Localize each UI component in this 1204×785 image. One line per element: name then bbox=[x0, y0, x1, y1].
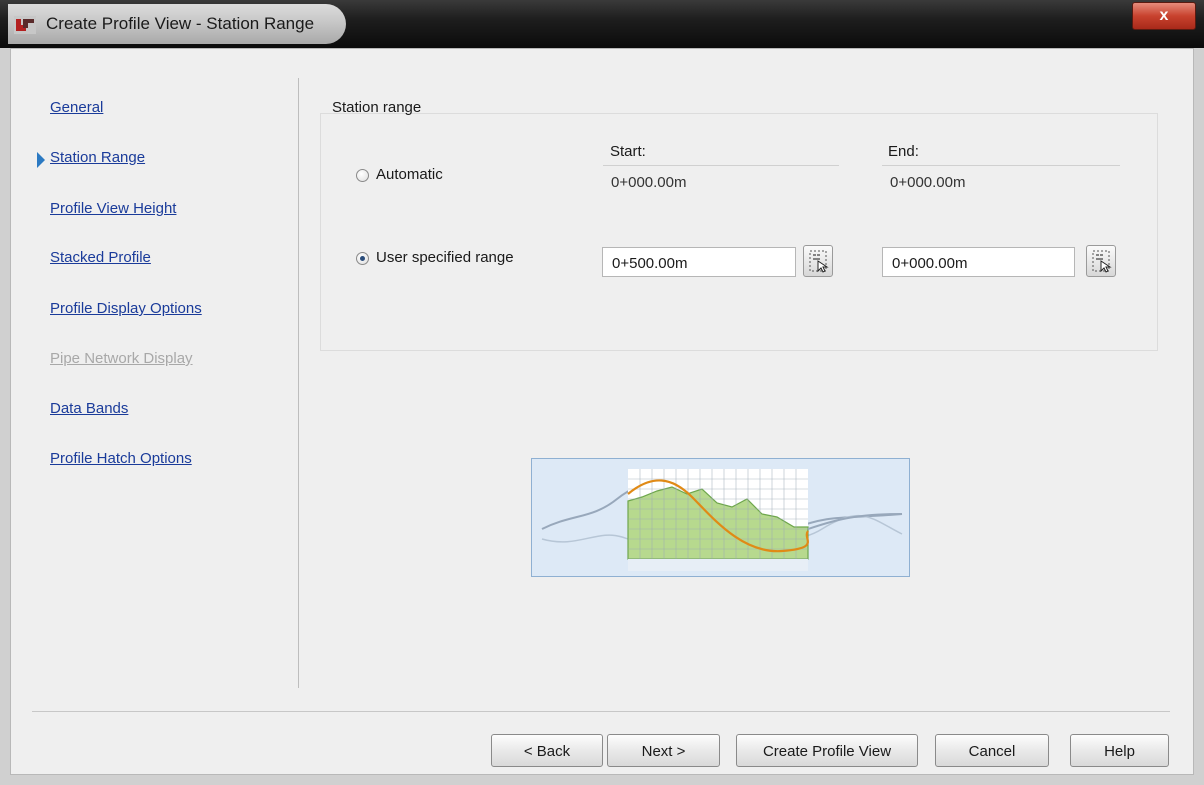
nav-link-profile-view-height[interactable]: Profile View Height bbox=[50, 200, 176, 217]
pick-start-station-button[interactable] bbox=[803, 245, 833, 277]
cancel-button[interactable]: Cancel bbox=[935, 734, 1049, 767]
station-range-preview-image bbox=[531, 458, 910, 577]
nav-link-profile-hatch-options[interactable]: Profile Hatch Options bbox=[50, 450, 192, 467]
nav-link-station-range[interactable]: Station Range bbox=[50, 149, 145, 166]
end-station-input[interactable]: 0+000.00m bbox=[882, 247, 1075, 277]
nav-link-pipe-network-display: Pipe Network Display bbox=[50, 350, 193, 367]
nav-link-profile-display-options[interactable]: Profile Display Options bbox=[50, 300, 202, 317]
nav-divider bbox=[298, 78, 299, 688]
window-frame-right bbox=[1194, 48, 1204, 785]
nav-link-stacked-profile[interactable]: Stacked Profile bbox=[50, 249, 151, 266]
dialog-window: Create Profile View - Station Range x Ge… bbox=[0, 0, 1204, 785]
automatic-label[interactable]: Automatic bbox=[376, 166, 443, 183]
window-title: Create Profile View - Station Range bbox=[46, 14, 315, 33]
nav-link-general[interactable]: General bbox=[50, 99, 103, 116]
app-icon bbox=[14, 16, 36, 34]
back-button[interactable]: < Back bbox=[491, 734, 603, 767]
start-header-rule bbox=[603, 165, 839, 166]
automatic-end-value: 0+000.00m bbox=[890, 174, 966, 191]
next-button[interactable]: Next > bbox=[607, 734, 720, 767]
automatic-radio[interactable] bbox=[356, 169, 369, 182]
pick-end-station-button[interactable] bbox=[1086, 245, 1116, 277]
close-button[interactable]: x bbox=[1132, 2, 1196, 30]
pick-station-icon bbox=[1092, 250, 1112, 273]
end-header-rule bbox=[882, 165, 1120, 166]
start-header: Start: bbox=[610, 143, 646, 160]
pick-station-icon bbox=[809, 250, 829, 273]
close-icon: x bbox=[1159, 7, 1169, 24]
window-frame-left bbox=[0, 48, 10, 785]
start-station-input[interactable]: 0+500.00m bbox=[602, 247, 796, 277]
help-button[interactable]: Help bbox=[1070, 734, 1169, 767]
user-specified-radio[interactable] bbox=[356, 252, 369, 265]
profile-preview-graphic bbox=[532, 459, 909, 576]
nav-link-data-bands[interactable]: Data Bands bbox=[50, 400, 128, 417]
window-frame-bottom bbox=[0, 775, 1204, 785]
end-header: End: bbox=[888, 143, 919, 160]
create-profile-view-button[interactable]: Create Profile View bbox=[736, 734, 918, 767]
title-bar[interactable]: Create Profile View - Station Range x bbox=[0, 0, 1204, 48]
station-range-group-label: Station range bbox=[332, 99, 422, 116]
station-range-group bbox=[320, 113, 1158, 351]
user-specified-label[interactable]: User specified range bbox=[376, 249, 514, 266]
current-step-arrow-icon bbox=[37, 152, 45, 168]
footer-divider bbox=[32, 711, 1170, 712]
automatic-start-value: 0+000.00m bbox=[611, 174, 687, 191]
